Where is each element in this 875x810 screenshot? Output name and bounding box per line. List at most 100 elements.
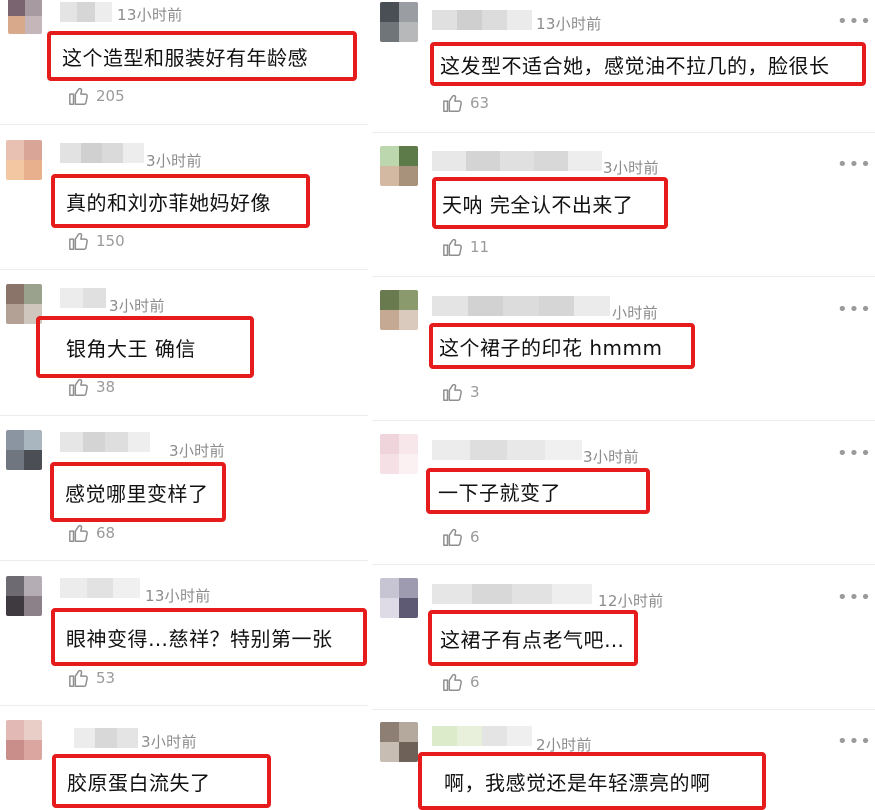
like-button[interactable]: 38 xyxy=(68,376,115,398)
username-blurred[interactable] xyxy=(432,584,592,604)
comment-text: 这个造型和服装好有年龄感 xyxy=(62,45,308,70)
thumbs-up-icon xyxy=(443,383,462,401)
comment-text-highlight: 这发型不适合她，感觉油不拉几的，脸很长 xyxy=(430,42,866,86)
thumbs-up-icon xyxy=(443,238,462,256)
comment-text-highlight: 眼神变得…慈祥？特别第一张 xyxy=(51,608,367,666)
comment-column-right xyxy=(437,0,875,810)
like-button[interactable]: 205 xyxy=(68,85,125,107)
like-count: 3 xyxy=(470,383,480,401)
comment-text: 这裙子有点老气吧… xyxy=(440,627,625,652)
like-count: 38 xyxy=(96,378,116,396)
like-button[interactable]: 11 xyxy=(442,236,489,258)
username-blurred[interactable] xyxy=(432,296,610,316)
username-blurred[interactable] xyxy=(60,578,141,598)
comment-text-highlight: 胶原蛋白流失了 xyxy=(52,754,271,808)
timestamp: 3小时前 xyxy=(603,159,659,177)
username-blurred[interactable] xyxy=(432,440,582,460)
comment-text-highlight: 银角大王 确信 xyxy=(36,316,254,378)
avatar[interactable] xyxy=(380,578,418,618)
comment-text-highlight: 这裙子有点老气吧… xyxy=(428,610,638,666)
like-button[interactable]: 6 xyxy=(442,526,480,548)
divider xyxy=(372,132,875,133)
username-blurred[interactable] xyxy=(432,726,532,746)
thumbs-up-icon xyxy=(69,669,88,687)
avatar[interactable] xyxy=(380,2,418,42)
comment-column-left: 13小时前 这个造型和服装好有年龄感 205 3小时前 真的和刘亦菲她妈好像 1… xyxy=(0,0,437,810)
divider xyxy=(372,420,875,421)
like-count: 6 xyxy=(470,528,480,546)
avatar[interactable] xyxy=(380,434,418,474)
more-dots-icon[interactable]: ••• xyxy=(837,589,872,607)
divider xyxy=(372,564,875,565)
timestamp: 3小时前 xyxy=(146,152,202,170)
username-blurred[interactable] xyxy=(60,288,106,308)
comment-text-highlight: 这个造型和服装好有年龄感 xyxy=(47,31,357,81)
like-button[interactable]: 63 xyxy=(442,92,489,114)
comment-text: 银角大王 确信 xyxy=(66,336,196,361)
timestamp: 13小时前 xyxy=(536,15,602,33)
comment-text: 真的和刘亦菲她妈好像 xyxy=(66,190,271,215)
comment-text: 胶原蛋白流失了 xyxy=(67,770,211,795)
timestamp: 3小时前 xyxy=(169,442,225,460)
divider xyxy=(0,415,368,416)
timestamp: 13小时前 xyxy=(145,587,211,605)
like-count: 150 xyxy=(96,232,125,250)
thumbs-up-icon xyxy=(443,528,462,546)
thumbs-up-icon xyxy=(69,232,88,250)
more-dots-icon[interactable]: ••• xyxy=(837,301,872,319)
divider xyxy=(0,705,368,706)
like-count: 205 xyxy=(96,87,125,105)
avatar[interactable] xyxy=(380,722,418,762)
divider xyxy=(372,709,875,710)
more-dots-icon[interactable]: ••• xyxy=(837,733,872,751)
comment-text-highlight: 这个裙子的印花 hmmm xyxy=(429,323,695,369)
timestamp: 12小时前 xyxy=(598,592,664,610)
timestamp: 3小时前 xyxy=(583,448,639,466)
like-count: 11 xyxy=(470,238,490,256)
username-blurred[interactable] xyxy=(432,10,532,30)
more-dots-icon[interactable]: ••• xyxy=(837,445,872,463)
username-blurred[interactable] xyxy=(74,728,138,748)
comment-text-highlight: 真的和刘亦菲她妈好像 xyxy=(51,174,310,228)
timestamp: 13小时前 xyxy=(117,6,183,24)
comment-text: 感觉哪里变样了 xyxy=(65,481,209,506)
more-dots-icon[interactable]: ••• xyxy=(837,13,872,31)
username-blurred[interactable] xyxy=(60,2,112,22)
divider xyxy=(0,560,368,561)
avatar[interactable] xyxy=(380,290,418,330)
thumbs-up-icon xyxy=(69,87,88,105)
comment-text-highlight: 一下子就变了 xyxy=(426,468,650,514)
like-button[interactable]: 53 xyxy=(68,667,115,689)
like-button[interactable]: 3 xyxy=(442,381,480,403)
divider xyxy=(372,276,875,277)
timestamp: 小时前 xyxy=(612,304,658,322)
avatar[interactable] xyxy=(6,140,42,180)
timestamp: 3小时前 xyxy=(141,733,197,751)
like-button[interactable]: 150 xyxy=(68,230,125,252)
thumbs-up-icon xyxy=(443,94,462,112)
thumbs-up-icon xyxy=(443,673,462,691)
divider xyxy=(0,269,368,270)
like-button[interactable]: 68 xyxy=(68,522,115,544)
comment-text: 天呐 完全认不出来了 xyxy=(442,192,634,217)
divider xyxy=(0,124,368,125)
avatar[interactable] xyxy=(6,576,42,616)
avatar[interactable] xyxy=(380,146,418,186)
comment-text: 一下子就变了 xyxy=(438,480,561,505)
more-dots-icon[interactable]: ••• xyxy=(837,156,872,174)
avatar[interactable] xyxy=(6,430,42,470)
comment-text: 啊，我感觉还是年轻漂亮的啊 xyxy=(444,770,711,795)
comment-text-highlight: 天呐 完全认不出来了 xyxy=(432,177,668,229)
avatar[interactable] xyxy=(6,720,42,760)
comment-text: 这发型不适合她，感觉油不拉几的，脸很长 xyxy=(440,53,830,78)
like-button[interactable]: 6 xyxy=(442,671,480,693)
comment-text: 眼神变得…慈祥？特别第一张 xyxy=(66,626,333,651)
avatar[interactable] xyxy=(8,0,42,34)
username-blurred[interactable] xyxy=(60,432,150,452)
username-blurred[interactable] xyxy=(432,151,602,171)
username-blurred[interactable] xyxy=(60,143,144,163)
comment-text-highlight: 啊，我感觉还是年轻漂亮的啊 xyxy=(418,752,766,810)
comment-text-highlight: 感觉哪里变样了 xyxy=(50,462,226,522)
comment-text: 这个裙子的印花 hmmm xyxy=(439,335,663,360)
thumbs-up-icon xyxy=(69,378,88,396)
